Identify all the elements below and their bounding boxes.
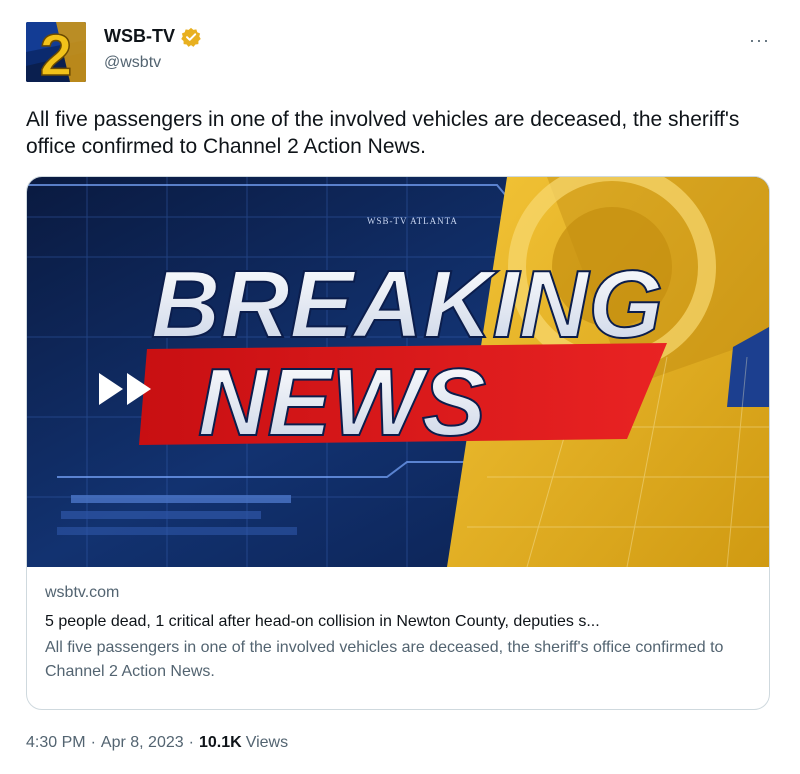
tweet-date[interactable]: Apr 8, 2023 [101, 734, 184, 752]
wsb-logo-icon: 2 [26, 22, 86, 82]
separator-dot: · [90, 734, 96, 751]
tweet-time[interactable]: 4:30 PM [26, 734, 86, 752]
separator-dot: · [188, 734, 194, 751]
views-count: 10.1K [198, 734, 242, 751]
tweet-footer: 4:30 PM · Apr 8, 2023 · 10.1K Views [26, 734, 288, 752]
author-name-row[interactable]: WSB-TV [104, 26, 201, 47]
author-handle[interactable]: @wsbtv [104, 54, 161, 72]
author-display-name[interactable]: WSB-TV [104, 26, 175, 47]
more-options-icon[interactable]: ··· [749, 30, 770, 51]
image-headline-news: NEWS [198, 349, 486, 456]
tweet-text: All five passengers in one of the involv… [26, 108, 740, 158]
breaking-news-graphic: WSB-TV ATLANTA BREAKING NEWS [27, 177, 769, 567]
link-card[interactable]: WSB-TV ATLANTA BREAKING NEWS wsbtv.com 5… [26, 176, 770, 710]
card-description: All five passengers in one of the involv… [45, 639, 724, 680]
tweet: 2 WSB-TV @wsbtv ··· All five passengers … [0, 0, 800, 774]
card-title[interactable]: 5 people dead, 1 critical after head-on … [45, 609, 757, 635]
avatar-logo-text: 2 [40, 23, 72, 82]
verified-badge-icon [181, 27, 201, 47]
card-image[interactable]: WSB-TV ATLANTA BREAKING NEWS [27, 177, 769, 567]
image-watermark: WSB-TV ATLANTA [367, 216, 458, 226]
views-label: Views [245, 734, 289, 751]
image-headline-breaking: BREAKING [151, 251, 663, 358]
card-domain[interactable]: wsbtv.com [45, 581, 757, 605]
avatar[interactable]: 2 [26, 22, 86, 82]
card-meta[interactable]: wsbtv.com 5 people dead, 1 critical afte… [45, 581, 757, 684]
